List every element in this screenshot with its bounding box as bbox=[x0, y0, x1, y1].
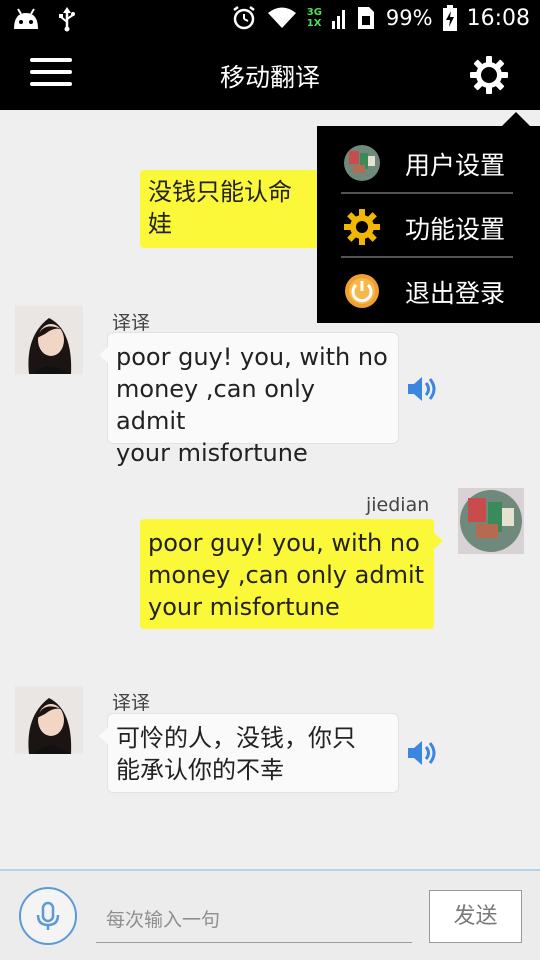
message-bubble-outgoing: poor guy! you, with no money ,can only a… bbox=[140, 519, 443, 629]
menu-item-label: 功能设置 bbox=[405, 215, 506, 244]
message-bubble-incoming: 可怜的人，没钱，你只 能承认你的不幸 bbox=[99, 713, 399, 793]
alarm-icon bbox=[232, 6, 255, 30]
wifi-icon bbox=[267, 7, 296, 28]
message-text-line: your misfortune bbox=[116, 439, 308, 467]
microphone-icon bbox=[36, 901, 60, 930]
gear-icon bbox=[470, 56, 508, 94]
network-type: 3G 1X bbox=[307, 7, 322, 29]
message-text-line: money ,can only admit bbox=[148, 561, 425, 589]
sender-name: 译译 bbox=[112, 312, 151, 334]
message-text-line: 可怜的人，没钱，你只 bbox=[116, 724, 356, 752]
menu-item-function-settings[interactable]: 功能设置 bbox=[317, 194, 540, 258]
power-icon bbox=[345, 274, 379, 308]
sender-name: 译译 bbox=[112, 692, 151, 714]
status-bar: 3G 1X 99% 16:08 bbox=[0, 0, 540, 38]
message-text-line: poor guy! you, with no bbox=[148, 529, 420, 557]
message-bubble-outgoing: 没钱只能认命 娃 bbox=[140, 170, 340, 248]
message-text-line: 能承认你的不幸 bbox=[116, 756, 284, 784]
voice-input-button[interactable] bbox=[19, 887, 77, 945]
send-button[interactable]: 发送 bbox=[429, 890, 522, 943]
gear-icon bbox=[344, 209, 380, 245]
network-label-top: 3G bbox=[306, 7, 322, 18]
input-bar: 每次输入一句 发送 bbox=[0, 869, 540, 960]
speaker-icon[interactable] bbox=[406, 374, 440, 404]
message-text-line: money ,can only admit bbox=[116, 375, 316, 435]
message-input-placeholder: 每次输入一句 bbox=[106, 909, 221, 931]
message-input[interactable]: 每次输入一句 bbox=[96, 895, 412, 943]
message-text-line: your misfortune bbox=[148, 593, 340, 621]
settings-button[interactable] bbox=[468, 54, 510, 96]
user-avatar-icon bbox=[458, 488, 524, 554]
message-text-line: 没钱只能认命 bbox=[148, 178, 292, 206]
woman-avatar-icon bbox=[15, 306, 83, 374]
app-header: 移动翻译 bbox=[0, 38, 540, 110]
sim-icon bbox=[357, 7, 374, 29]
speaker-icon[interactable] bbox=[406, 738, 440, 768]
menu-item-label: 用户设置 bbox=[405, 151, 506, 180]
woman-avatar-icon bbox=[15, 686, 83, 754]
page-title: 移动翻译 bbox=[219, 63, 320, 92]
avatar[interactable] bbox=[15, 686, 83, 754]
message-bubble-incoming: poor guy! you, with no money ,can only a… bbox=[99, 332, 399, 467]
menu-item-user-settings[interactable]: 用户设置 bbox=[317, 130, 540, 194]
menu-item-label: 退出登录 bbox=[405, 279, 506, 308]
clock: 16:08 bbox=[466, 5, 530, 31]
settings-dropdown-menu: 用户设置 功能设置 退出登录 bbox=[317, 112, 540, 323]
message-text-line: 娃 bbox=[148, 210, 172, 238]
menu-item-logout[interactable]: 退出登录 bbox=[317, 258, 540, 322]
user-avatar-icon bbox=[344, 145, 380, 181]
avatar[interactable] bbox=[15, 306, 83, 374]
usb-icon bbox=[59, 7, 75, 32]
signal-icon bbox=[331, 10, 345, 29]
network-label-bottom: 1X bbox=[306, 18, 322, 29]
battery-charging-icon bbox=[442, 5, 457, 31]
battery-percent: 99% bbox=[385, 6, 433, 30]
message-text-line: poor guy! you, with no bbox=[116, 343, 388, 371]
avatar[interactable] bbox=[458, 488, 524, 554]
sender-name: jiedian bbox=[366, 494, 430, 516]
android-icon bbox=[14, 8, 38, 29]
